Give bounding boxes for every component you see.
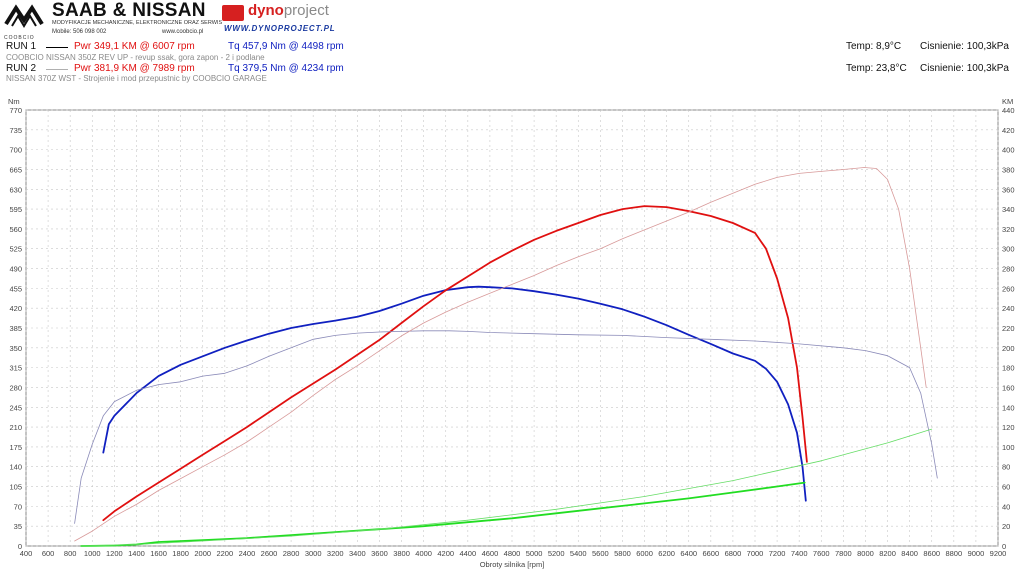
x-tick-label: 1000 [84,549,101,558]
y-left-tick-label: 560 [9,225,22,234]
y-right-tick-label: 160 [1002,383,1015,392]
x-tick-label: 9000 [968,549,985,558]
y-left-axis-label: Nm [8,97,20,106]
x-tick-label: 6000 [636,549,653,558]
y-left-tick-label: 735 [9,126,22,135]
x-tick-label: 6400 [680,549,697,558]
y-right-tick-label: 360 [1002,185,1015,194]
x-tick-label: 5200 [548,549,565,558]
y-left-tick-label: 525 [9,245,22,254]
x-tick-label: 7200 [769,549,786,558]
x-tick-label: 2400 [239,549,256,558]
y-left-tick-label: 385 [9,324,22,333]
x-tick-label: 1400 [128,549,145,558]
x-tick-label: 3000 [305,549,322,558]
x-tick-label: 6200 [658,549,675,558]
y-right-tick-label: 400 [1002,146,1015,155]
x-tick-label: 8000 [857,549,874,558]
y-right-tick-label: 300 [1002,245,1015,254]
x-tick-label: 1200 [106,549,123,558]
y-right-tick-label: 340 [1002,205,1015,214]
x-tick-label: 5800 [614,549,631,558]
y-right-tick-label: 440 [1002,106,1015,115]
x-tick-label: 4200 [437,549,454,558]
x-tick-label: 2200 [216,549,233,558]
y-right-tick-label: 140 [1002,403,1015,412]
y-left-tick-label: 770 [9,106,22,115]
y-left-tick-label: 700 [9,146,22,155]
x-tick-label: 2600 [261,549,278,558]
x-tick-label: 8800 [945,549,962,558]
y-right-tick-label: 240 [1002,304,1015,313]
y-left-tick-label: 665 [9,165,22,174]
x-tick-label: 4400 [459,549,476,558]
y-right-tick-label: 380 [1002,165,1015,174]
x-tick-label: 7600 [813,549,830,558]
x-tick-label: 5000 [526,549,543,558]
y-right-tick-label: 20 [1002,522,1010,531]
x-tick-label: 8200 [879,549,896,558]
x-tick-label: 7400 [791,549,808,558]
y-left-tick-label: 350 [9,344,22,353]
x-axis-label: Obroty silnika [rpm] [480,560,545,569]
y-left-tick-label: 245 [9,403,22,412]
x-tick-label: 5400 [570,549,587,558]
y-left-tick-label: 315 [9,364,22,373]
y-left-tick-label: 105 [9,483,22,492]
x-tick-label: 6600 [702,549,719,558]
x-tick-label: 1600 [150,549,167,558]
x-tick-label: 3400 [349,549,366,558]
x-tick-label: 1800 [172,549,189,558]
y-left-tick-label: 630 [9,185,22,194]
x-tick-label: 8600 [923,549,940,558]
x-tick-label: 4600 [482,549,499,558]
x-tick-label: 2000 [194,549,211,558]
x-tick-label: 4800 [504,549,521,558]
x-tick-label: 6800 [725,549,742,558]
y-left-tick-label: 0 [18,542,22,551]
x-tick-label: 2800 [283,549,300,558]
x-tick-label: 600 [42,549,55,558]
y-left-tick-label: 35 [14,522,22,531]
y-left-tick-label: 175 [9,443,22,452]
y-right-tick-label: 420 [1002,126,1015,135]
y-left-tick-label: 70 [14,502,22,511]
dyno-chart: 400 600 800 1000 1200 1400 1600 1800 2000 2200 240… [8,97,1015,569]
y-left-tick-label: 280 [9,383,22,392]
y-right-tick-label: 80 [1002,463,1010,472]
y-left-tick-label: 595 [9,205,22,214]
y-right-tick-label: 320 [1002,225,1015,234]
x-tick-label: 3600 [371,549,388,558]
y-right-tick-label: 60 [1002,483,1010,492]
x-tick-label: 3200 [327,549,344,558]
y-left-tick-label: 210 [9,423,22,432]
x-tick-label: 7000 [747,549,764,558]
x-tick-label: 7800 [835,549,852,558]
x-tick-label: 5600 [592,549,609,558]
y-right-tick-label: 0 [1002,542,1006,551]
y-right-tick-label: 120 [1002,423,1015,432]
y-right-tick-label: 40 [1002,502,1010,511]
y-left-tick-label: 140 [9,463,22,472]
y-right-tick-label: 220 [1002,324,1015,333]
y-right-tick-label: 100 [1002,443,1015,452]
y-left-tick-label: 490 [9,265,22,274]
y-right-tick-label: 180 [1002,364,1015,373]
y-right-axis-label: KM [1002,97,1013,106]
y-left-tick-label: 420 [9,304,22,313]
x-tick-label: 4000 [415,549,432,558]
x-tick-label: 8400 [901,549,918,558]
y-right-tick-label: 260 [1002,284,1015,293]
x-tick-label: 3800 [393,549,410,558]
y-right-tick-label: 280 [1002,265,1015,274]
y-left-tick-label: 455 [9,284,22,293]
y-right-tick-label: 200 [1002,344,1015,353]
x-tick-label: 800 [64,549,77,558]
